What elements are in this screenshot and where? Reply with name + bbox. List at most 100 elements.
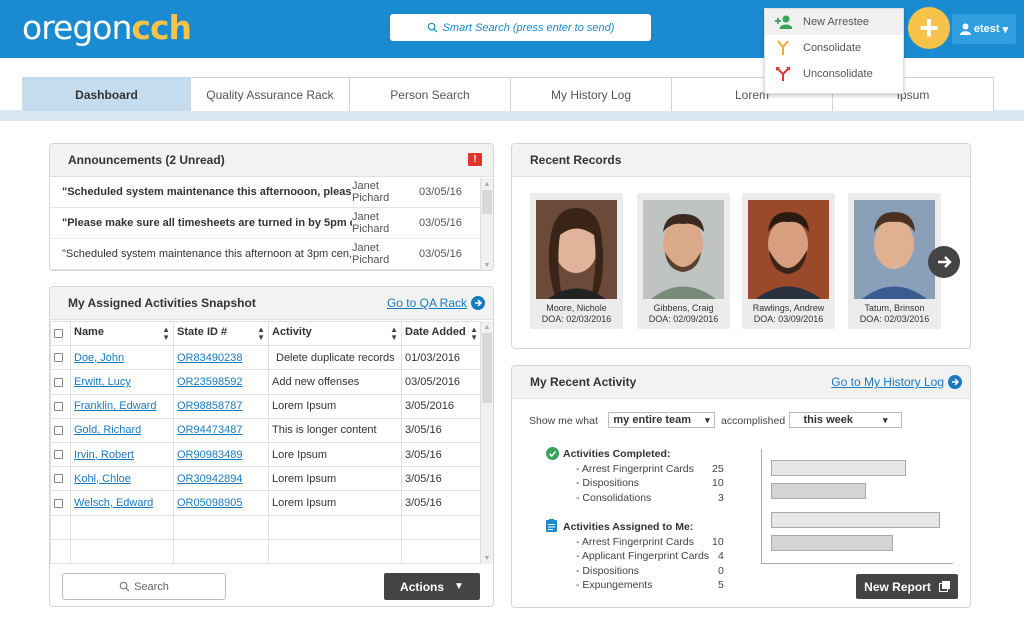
scroll-thumb[interactable] <box>482 190 492 214</box>
recent-activity-header: My Recent Activity Go to My History Log <box>512 366 970 399</box>
person-name-link[interactable]: Irvin, Robert <box>74 449 134 461</box>
row-checkbox[interactable] <box>54 425 63 435</box>
tab-my-history-log[interactable]: My History Log <box>510 77 672 111</box>
table-row[interactable]: Welsch, Edward OR05098905 Lorem Ipsum 3/05/… <box>50 490 482 516</box>
table-row[interactable]: Kohl, Chloe OR30942894 Lorem Ipsum 3/05/16 <box>50 466 482 492</box>
record-card[interactable]: Rawlings, Andrew DOA: 03/09/2016 <box>742 193 835 329</box>
row-checkbox[interactable] <box>54 401 63 411</box>
row-checkbox[interactable] <box>54 474 63 484</box>
sort-icon[interactable]: ▲ ▼ <box>162 325 170 342</box>
date-cell: 03/05/2016 <box>401 369 482 395</box>
check-circle-icon <box>546 447 559 460</box>
announcement-item[interactable]: "Scheduled system maintenance this after… <box>50 177 493 208</box>
add-person-icon <box>775 15 792 29</box>
create-new-button[interactable]: + <box>908 7 950 49</box>
tab-dashboard[interactable]: Dashboard <box>22 77 191 111</box>
state-id-link[interactable]: OR05098905 <box>177 497 242 509</box>
person-name-link[interactable]: Kohl, Chloe <box>74 473 131 485</box>
announcement-item[interactable]: "Please make sure all timesheets are tur… <box>50 208 493 239</box>
state-id-link[interactable]: OR23598592 <box>177 376 242 388</box>
actions-button[interactable]: Actions ▼ <box>384 573 480 600</box>
column-header-state-id[interactable]: State ID # ▲ ▼ <box>173 320 269 347</box>
scroll-up-icon[interactable]: ▲ <box>481 178 493 190</box>
tab-quality-assurance-rack[interactable]: Quality Assurance Rack <box>190 77 350 111</box>
activities-scrollbar[interactable]: ▲ ▼ <box>480 321 493 564</box>
table-row-empty <box>50 538 482 564</box>
person-name-link[interactable]: Franklin, Edward <box>74 400 157 412</box>
go-to-history-log-link[interactable]: Go to My History Log <box>831 375 962 389</box>
row-checkbox[interactable] <box>54 498 63 508</box>
menu-item-consolidate[interactable]: Consolidate <box>765 35 903 61</box>
column-header-date-added[interactable]: Date Added ▲ ▼ <box>401 320 482 347</box>
merge-icon <box>777 40 789 55</box>
row-checkbox[interactable] <box>54 377 63 387</box>
recent-records-header: Recent Records <box>512 144 970 177</box>
scroll-up-icon[interactable]: ▲ <box>481 321 493 333</box>
table-row[interactable]: Gold, Richard OR94473487 This is longer co… <box>50 417 482 443</box>
scroll-thumb[interactable] <box>482 333 492 403</box>
tab-strip-underline <box>0 110 1024 121</box>
activities-header: My Assigned Activities Snapshot Go to QA… <box>50 287 493 320</box>
column-header-name[interactable]: Name ▲ ▼ <box>70 320 174 347</box>
user-menu[interactable]: etest ▾ <box>952 14 1016 44</box>
smart-search-input[interactable]: Smart Search (press enter to send) <box>390 14 651 41</box>
announcements-scrollbar[interactable]: ▲ ▼ <box>480 178 493 270</box>
activity-cell: Lorem Ipsum <box>268 393 402 419</box>
select-all-checkbox[interactable] <box>54 329 63 339</box>
scroll-down-icon[interactable]: ▼ <box>481 552 493 564</box>
next-records-button[interactable] <box>928 246 960 278</box>
alert-flag-icon[interactable]: ! <box>468 153 482 166</box>
chevron-down-icon: ▾ <box>705 414 710 425</box>
period-select[interactable]: this week ▾ <box>789 412 902 428</box>
menu-item-unconsolidate[interactable]: Unconsolidate <box>765 61 903 87</box>
column-header-activity[interactable]: Activity ▲ ▼ <box>268 320 402 347</box>
sort-icon[interactable]: ▲ ▼ <box>257 325 265 342</box>
state-id-link[interactable]: OR83490238 <box>177 352 242 364</box>
arrow-right-icon <box>938 256 952 268</box>
tab-person-search[interactable]: Person Search <box>349 77 511 111</box>
date-cell: 3/05/16 <box>401 466 482 492</box>
row-checkbox[interactable] <box>54 450 63 460</box>
table-header-row: Name ▲ ▼ State ID # ▲ ▼ Activity ▲ ▼ Date Adde… <box>50 320 482 347</box>
person-name-link[interactable]: Doe, John <box>74 352 124 364</box>
sort-icon[interactable]: ▲ ▼ <box>470 325 478 342</box>
table-row[interactable]: Irvin, Robert OR90983489 Lore Ipsum 3/05/16 <box>50 441 482 468</box>
go-to-qa-rack-link[interactable]: Go to QA Rack <box>387 296 485 310</box>
person-name-link[interactable]: Gold, Richard <box>74 424 141 436</box>
record-card[interactable]: Gibbens, Craig DOA: 02/09/2016 <box>637 193 730 329</box>
sort-icon[interactable]: ▲ ▼ <box>390 325 398 342</box>
chart-bar <box>771 460 906 476</box>
scroll-down-icon[interactable]: ▼ <box>481 259 493 270</box>
table-row[interactable]: Doe, John OR83490238 Delete duplicate reco… <box>50 345 482 371</box>
state-id-link[interactable]: OR30942894 <box>177 473 242 485</box>
arrow-right-icon <box>948 375 962 389</box>
chevron-down-icon: ▾ <box>883 414 888 425</box>
person-name-link[interactable]: Welsch, Edward <box>74 497 153 509</box>
activity-chart <box>761 449 953 564</box>
menu-item-new-arrestee[interactable]: New Arrestee <box>765 9 903 35</box>
split-icon <box>776 67 790 81</box>
new-report-button[interactable]: New Report <box>856 574 958 599</box>
activity-cell: Lorem Ipsum <box>268 466 402 492</box>
activities-table: Name ▲ ▼ State ID # ▲ ▼ Activity ▲ ▼ Date Adde… <box>50 320 482 564</box>
row-checkbox[interactable] <box>54 353 63 363</box>
external-window-icon <box>938 581 950 592</box>
announcements-panel: Announcements (2 Unread) ! "Scheduled sy… <box>49 143 494 271</box>
table-row[interactable]: Franklin, Edward OR98858787 Lorem Ipsum 3/0… <box>50 393 482 419</box>
caret-down-icon: ▼ <box>454 581 464 592</box>
person-photo <box>854 200 935 299</box>
record-card[interactable]: Moore, Nichole DOA: 02/03/2016 <box>530 193 623 329</box>
oregoncch-logo[interactable]: oregoncch <box>22 8 192 47</box>
table-row[interactable]: Erwitt, Lucy OR23598592 Add new offenses 03… <box>50 369 482 395</box>
person-photo <box>748 200 829 299</box>
state-id-link[interactable]: OR90983489 <box>177 449 242 461</box>
state-id-link[interactable]: OR94473487 <box>177 424 242 436</box>
announcement-item[interactable]: "Scheduled system maintenance this after… <box>50 239 493 270</box>
person-name-link[interactable]: Erwitt, Lucy <box>74 376 131 388</box>
table-row-empty <box>50 514 482 540</box>
activity-cell: Add new offenses <box>268 369 402 395</box>
table-search-button[interactable]: Search <box>62 573 226 600</box>
arrow-right-icon <box>471 296 485 310</box>
state-id-link[interactable]: OR98858787 <box>177 400 242 412</box>
team-select[interactable]: my entire team ▾ <box>608 412 715 428</box>
